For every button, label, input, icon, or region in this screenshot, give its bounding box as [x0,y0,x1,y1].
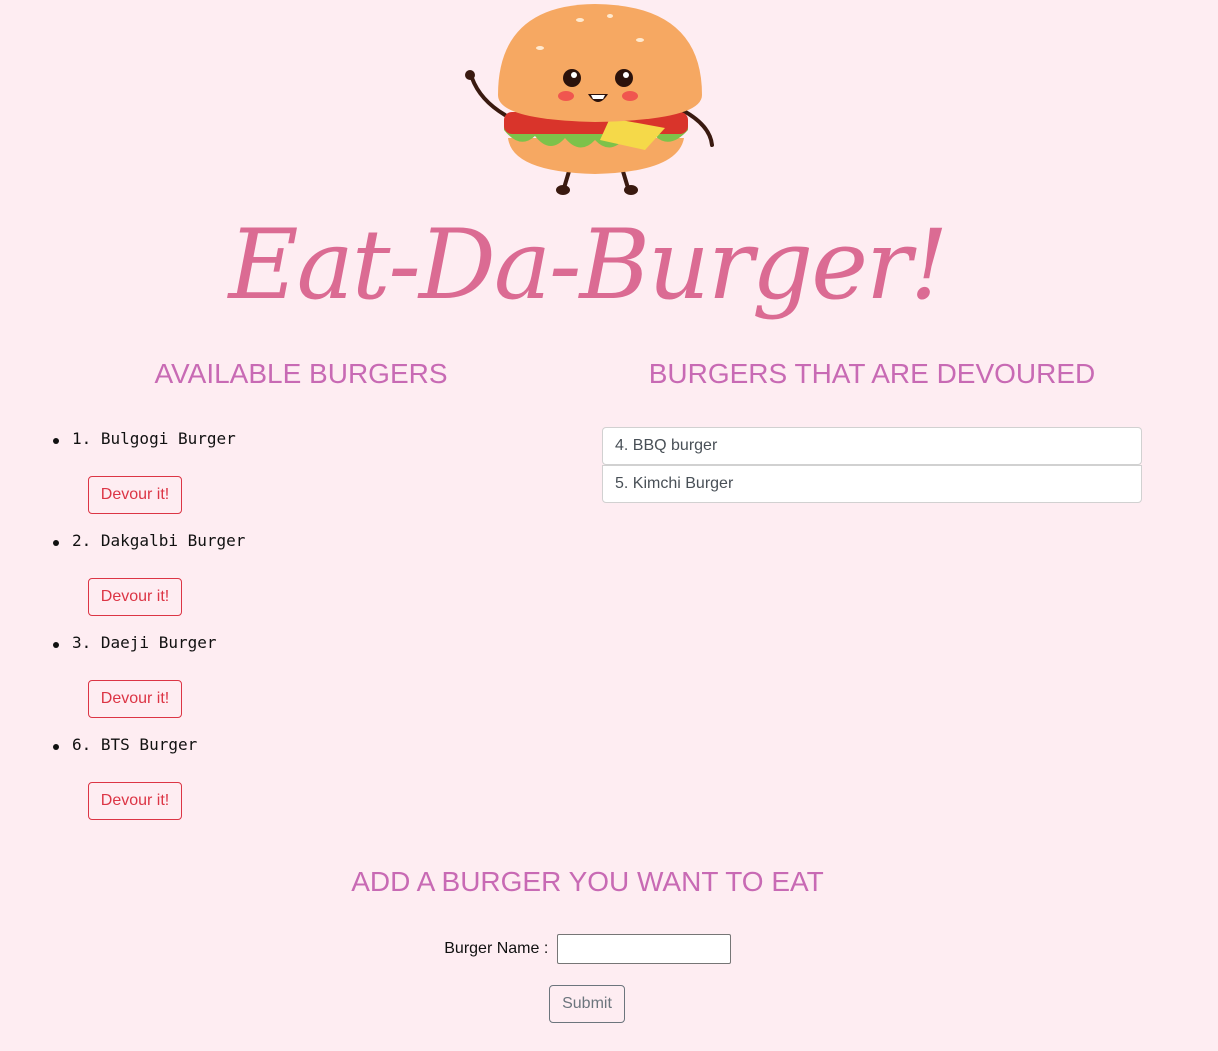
devour-button[interactable]: Devour it! [88,476,182,514]
add-burger-form: Burger Name : [0,934,1175,964]
available-burger-item: 2. Dakgalbi Burger Devour it! [0,522,560,624]
submit-button[interactable]: Submit [549,985,625,1023]
available-burger-item: 1. Bulgogi Burger Devour it! [0,420,560,522]
site-title: Eat-Da-Burger! [228,209,949,321]
bullet-icon [53,438,59,444]
burger-name: 6. BTS Burger [72,735,198,754]
available-burgers-list: 1. Bulgogi Burger Devour it! 2. Dakgalbi… [0,420,560,828]
burger-mascot-logo [460,0,720,200]
devoured-burger-item: 4. BBQ burger [602,427,1142,465]
burger-name: 2. Dakgalbi Burger [72,531,246,550]
devoured-burger-item: 5. Kimchi Burger [602,465,1142,503]
burger-name: 1. Bulgogi Burger [72,429,236,448]
burger-mascot-icon [465,4,714,195]
burger-name-input[interactable] [556,934,731,964]
bullet-icon [53,642,59,648]
devoured-burgers-heading: BURGERS THAT ARE DEVOURED [648,358,1096,389]
available-burger-item: 6. BTS Burger Devour it! [0,726,560,828]
bullet-icon [53,744,59,750]
devour-button[interactable]: Devour it! [88,578,182,616]
add-burger-heading: ADD A BURGER YOU WANT TO EAT [351,866,824,897]
devour-button[interactable]: Devour it! [88,680,182,718]
burger-name-label: Burger Name : [444,940,549,957]
available-burgers-heading: AVAILABLE BURGERS [154,358,448,389]
available-burger-item: 3. Daeji Burger Devour it! [0,624,560,726]
burger-name: 3. Daeji Burger [72,633,217,652]
devoured-burgers-list: 4. BBQ burger 5. Kimchi Burger [602,427,1142,503]
bullet-icon [53,540,59,546]
devour-button[interactable]: Devour it! [88,782,182,820]
